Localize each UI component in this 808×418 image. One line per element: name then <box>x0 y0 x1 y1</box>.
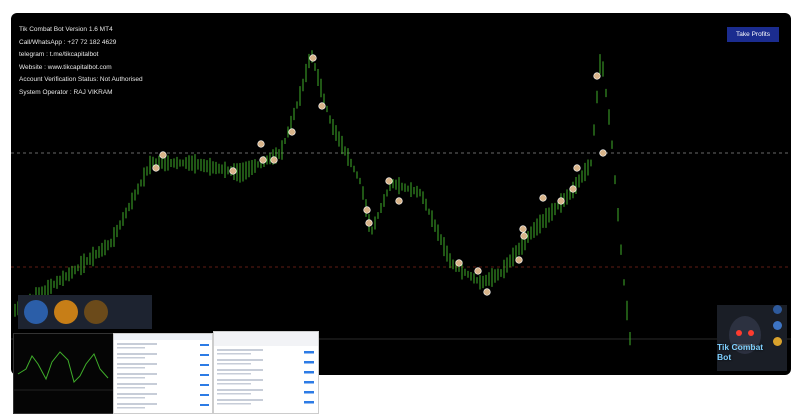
badge-icon[interactable] <box>773 321 782 330</box>
mobile-positions-list <box>213 331 319 414</box>
arrow-up-icon[interactable] <box>773 305 782 314</box>
trade-marker[interactable] <box>593 72 601 80</box>
badge-icon[interactable] <box>54 300 78 324</box>
operator-text: System Operator : RAJ VIKRAM <box>19 88 113 96</box>
trade-marker[interactable] <box>270 156 278 164</box>
trade-marker[interactable] <box>483 288 491 296</box>
website-text: Website : www.tikcapitalbot.com <box>19 63 112 71</box>
trades-list-graphic <box>114 334 212 409</box>
call-text: Call/WhatsApp : +27 72 182 4629 <box>19 38 117 46</box>
trade-marker[interactable] <box>474 267 482 275</box>
mobile-chart <box>14 351 114 391</box>
trade-marker[interactable] <box>318 102 326 110</box>
mobile-trades-list <box>113 333 213 414</box>
thumbnail-strip <box>18 295 152 329</box>
trade-marker[interactable] <box>229 167 237 175</box>
trade-marker[interactable] <box>557 197 565 205</box>
trade-marker[interactable] <box>520 232 528 240</box>
positions-list-graphic <box>214 332 318 405</box>
trade-marker[interactable] <box>259 156 267 164</box>
bot-info-panel: Tik Combat Bot Version 1.6 MT4 Call/What… <box>19 24 143 99</box>
arrow-up-icon[interactable] <box>24 300 48 324</box>
mobile-chart-screenshot <box>13 333 115 414</box>
telegram-text: telegram : t.me/tikcapitalbot <box>19 51 99 58</box>
trade-marker[interactable] <box>257 140 265 148</box>
trade-marker[interactable] <box>309 54 317 62</box>
trade-marker[interactable] <box>395 197 403 205</box>
trade-marker[interactable] <box>365 219 373 227</box>
version-text: Tik Combat Bot Version 1.6 MT4 <box>19 26 113 33</box>
take-profits-button[interactable]: Take Profits <box>727 27 779 42</box>
gauge-icon[interactable] <box>84 300 108 324</box>
trade-marker[interactable] <box>515 256 523 264</box>
trade-marker[interactable] <box>569 185 577 193</box>
trade-marker[interactable] <box>455 259 463 267</box>
trade-marker[interactable] <box>363 206 371 214</box>
trade-marker[interactable] <box>519 225 527 233</box>
trade-marker[interactable] <box>288 128 296 136</box>
trade-marker[interactable] <box>599 149 607 157</box>
trade-marker[interactable] <box>152 164 160 172</box>
trade-marker[interactable] <box>385 177 393 185</box>
trade-marker[interactable] <box>539 194 547 202</box>
bot-title: Tik Combat Bot <box>717 342 764 362</box>
account-status-text: Account Verification Status: Not Authori… <box>19 76 143 83</box>
trade-marker[interactable] <box>159 151 167 159</box>
gauge-icon[interactable] <box>773 337 782 346</box>
trade-marker[interactable] <box>573 164 581 172</box>
